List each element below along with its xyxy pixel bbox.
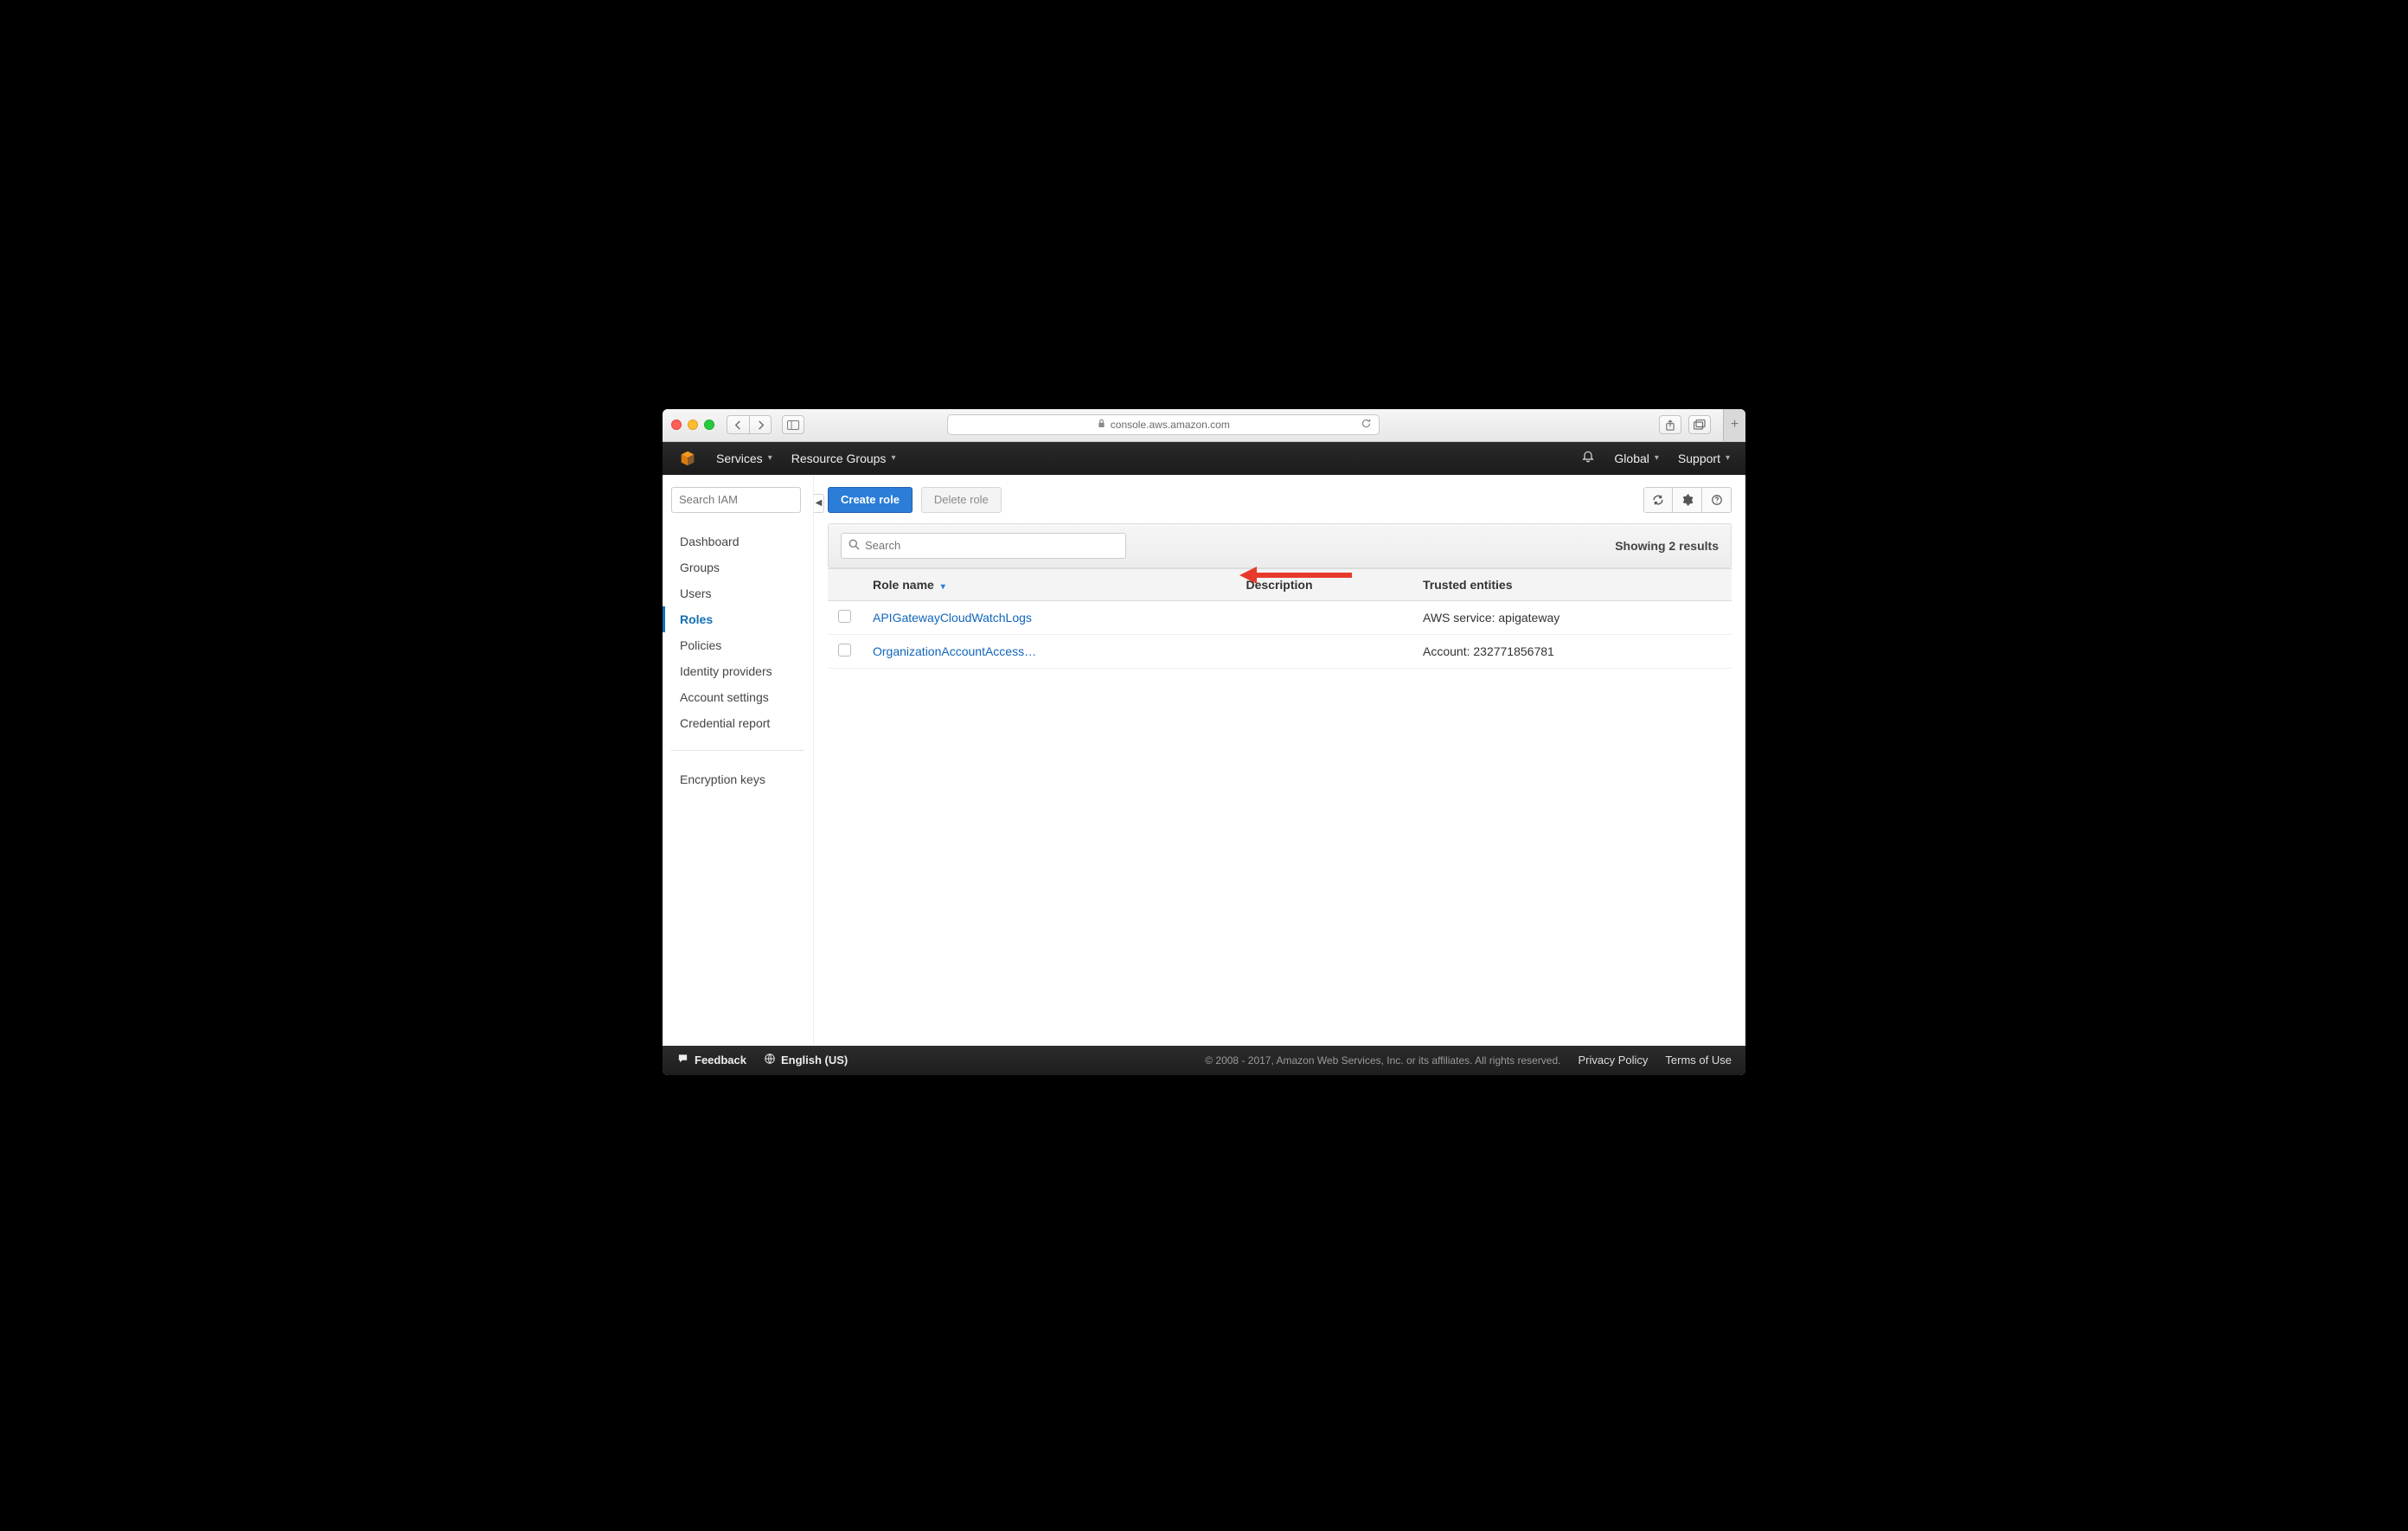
privacy-link[interactable]: Privacy Policy xyxy=(1579,1054,1649,1067)
action-right-icons xyxy=(1643,487,1732,513)
browser-window: console.aws.amazon.com + xyxy=(663,409,1745,1075)
minimize-window-button[interactable] xyxy=(688,420,698,430)
aws-top-nav: Services ▾ Resource Groups ▾ Global ▾ Su… xyxy=(663,442,1745,475)
roles-table: Role name ▾ Description Trusted entities… xyxy=(828,568,1732,669)
browser-toolbar: console.aws.amazon.com + xyxy=(663,409,1745,442)
new-tab-button[interactable]: + xyxy=(1723,409,1745,441)
sidebar-nav: Dashboard Groups Users Roles Policies Id… xyxy=(671,528,813,736)
sidebar-item-credential-report[interactable]: Credential report xyxy=(671,710,813,736)
services-menu[interactable]: Services ▾ xyxy=(716,452,772,465)
window-controls xyxy=(671,420,714,430)
caret-down-icon: ▾ xyxy=(891,453,895,463)
row-checkbox[interactable] xyxy=(838,610,851,623)
copyright-text: © 2008 - 2017, Amazon Web Services, Inc.… xyxy=(1205,1054,1560,1067)
sidebar-toggle-button[interactable] xyxy=(782,415,804,434)
role-link[interactable]: APIGatewayCloudWatchLogs xyxy=(873,611,1032,625)
region-label: Global xyxy=(1614,452,1649,465)
address-url: console.aws.amazon.com xyxy=(1111,419,1230,431)
row-checkbox[interactable] xyxy=(838,644,851,657)
aws-logo-icon[interactable] xyxy=(678,449,697,468)
search-iam-input[interactable] xyxy=(671,487,801,513)
role-trusted: Account: 232771856781 xyxy=(1412,634,1732,668)
sidebar-item-roles[interactable]: Roles xyxy=(663,606,813,632)
region-menu[interactable]: Global ▾ xyxy=(1614,452,1659,465)
sort-indicator-icon: ▾ xyxy=(941,582,945,592)
search-roles-input[interactable] xyxy=(865,539,1118,552)
support-label: Support xyxy=(1678,452,1720,465)
back-button[interactable] xyxy=(727,415,749,434)
resource-groups-label: Resource Groups xyxy=(791,452,887,465)
close-window-button[interactable] xyxy=(671,420,682,430)
col-trusted-entities[interactable]: Trusted entities xyxy=(1412,568,1732,600)
search-icon xyxy=(849,539,860,553)
settings-button[interactable] xyxy=(1673,487,1702,513)
role-description xyxy=(1235,600,1412,634)
reload-icon[interactable] xyxy=(1361,418,1372,432)
search-panel: Showing 2 results xyxy=(828,523,1732,568)
col-role-name-label: Role name xyxy=(873,578,934,592)
delete-role-button[interactable]: Delete role xyxy=(921,487,1002,513)
results-count: Showing 2 results xyxy=(1615,539,1719,553)
resource-groups-menu[interactable]: Resource Groups ▾ xyxy=(791,452,896,465)
sidebar-item-users[interactable]: Users xyxy=(671,580,813,606)
caret-down-icon: ▾ xyxy=(768,453,772,463)
forward-button[interactable] xyxy=(749,415,772,434)
browser-right-controls xyxy=(1659,415,1711,434)
refresh-button[interactable] xyxy=(1643,487,1673,513)
search-roles-box[interactable] xyxy=(841,533,1126,559)
services-label: Services xyxy=(716,452,763,465)
sidebar-item-groups[interactable]: Groups xyxy=(671,554,813,580)
sidebar-item-dashboard[interactable]: Dashboard xyxy=(671,528,813,554)
sidebar-secondary: Encryption keys xyxy=(671,766,813,792)
role-description xyxy=(1235,634,1412,668)
speech-bubble-icon xyxy=(676,1053,689,1067)
support-menu[interactable]: Support ▾ xyxy=(1678,452,1730,465)
table-row: APIGatewayCloudWatchLogs AWS service: ap… xyxy=(828,600,1732,634)
feedback-link[interactable]: Feedback xyxy=(676,1053,746,1067)
share-button[interactable] xyxy=(1659,415,1681,434)
feedback-label: Feedback xyxy=(695,1054,746,1067)
globe-icon xyxy=(764,1053,776,1067)
address-bar[interactable]: console.aws.amazon.com xyxy=(947,414,1380,435)
language-label: English (US) xyxy=(781,1054,848,1067)
sidebar-item-encryption-keys[interactable]: Encryption keys xyxy=(671,766,813,792)
help-button[interactable] xyxy=(1702,487,1732,513)
create-role-button[interactable]: Create role xyxy=(828,487,913,513)
nav-back-forward xyxy=(727,415,772,434)
sidebar-item-policies[interactable]: Policies xyxy=(671,632,813,658)
col-role-name[interactable]: Role name ▾ xyxy=(862,568,1235,600)
sidebar-item-account-settings[interactable]: Account settings xyxy=(671,684,813,710)
caret-down-icon: ▾ xyxy=(1726,453,1730,463)
lock-icon xyxy=(1098,419,1105,431)
main-content: Create role Delete role xyxy=(814,475,1745,1046)
action-bar: Create role Delete role xyxy=(828,487,1732,513)
notifications-icon[interactable] xyxy=(1581,449,1595,467)
sidebar: Dashboard Groups Users Roles Policies Id… xyxy=(663,475,814,1046)
language-selector[interactable]: English (US) xyxy=(764,1053,848,1067)
tabs-button[interactable] xyxy=(1688,415,1711,434)
page-body: Dashboard Groups Users Roles Policies Id… xyxy=(663,475,1745,1046)
table-row: OrganizationAccountAccess… Account: 2327… xyxy=(828,634,1732,668)
caret-down-icon: ▾ xyxy=(1655,453,1659,463)
col-description[interactable]: Description xyxy=(1235,568,1412,600)
sidebar-separator xyxy=(671,750,804,751)
sidebar-item-identity-providers[interactable]: Identity providers xyxy=(671,658,813,684)
terms-link[interactable]: Terms of Use xyxy=(1665,1054,1732,1067)
role-link[interactable]: OrganizationAccountAccess… xyxy=(873,644,1036,658)
role-trusted: AWS service: apigateway xyxy=(1412,600,1732,634)
col-checkbox xyxy=(828,568,862,600)
maximize-window-button[interactable] xyxy=(704,420,714,430)
aws-footer: Feedback English (US) © 2008 - 2017, Ama… xyxy=(663,1046,1745,1075)
